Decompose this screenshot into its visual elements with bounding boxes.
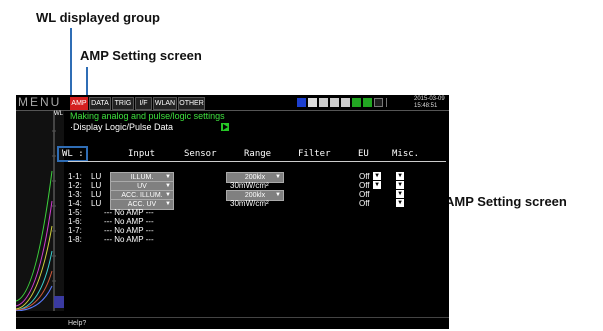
row-1-6-id: 1-6:	[68, 217, 82, 226]
row-1-3-grp: LU	[91, 190, 102, 199]
row-1-3-range-value: 200klx	[244, 192, 266, 199]
header-rule	[68, 161, 446, 162]
row-1-1-misc-dropdown-icon[interactable]: ▼	[396, 172, 404, 180]
chevron-down-icon: ▼	[275, 174, 281, 180]
row-1-8-id: 1-8:	[68, 235, 82, 244]
row-1-2-eu: Off	[359, 181, 370, 190]
header-filter: Filter	[298, 149, 331, 159]
row-1-3-eu: Off	[359, 190, 370, 199]
tab-wlan[interactable]: WLAN	[153, 97, 177, 110]
row-1-4-grp: LU	[91, 199, 102, 208]
row-1-1-eu-dropdown-icon[interactable]: ▼	[373, 172, 381, 180]
help-hint[interactable]: Help?	[68, 319, 86, 328]
chevron-down-icon: ▼	[165, 201, 171, 207]
row-1-2-misc-dropdown-icon[interactable]: ▼	[396, 181, 404, 189]
header-misc: Misc.	[392, 149, 420, 159]
battery-icon	[352, 98, 361, 107]
row-1-3-input-value: ACC. ILLUM.	[121, 192, 163, 199]
wl-side-label: WL	[54, 111, 63, 117]
row-1-2-input-value: UV	[137, 183, 147, 190]
header-input: Input	[128, 149, 156, 159]
status-icon-5	[341, 98, 350, 107]
tab-other[interactable]: OTHER	[178, 97, 205, 110]
row-1-1-grp: LU	[91, 172, 102, 181]
row-1-7-id: 1-7:	[68, 226, 82, 235]
row-1-3-id: 1-3:	[68, 190, 82, 199]
header-wl[interactable]: WL :	[62, 149, 84, 159]
status-icon-2	[308, 98, 317, 107]
row-1-1-id: 1-1:	[68, 172, 82, 181]
row-1-2-grp: LU	[91, 181, 102, 190]
row-1-3-misc-dropdown-icon[interactable]: ▼	[396, 190, 404, 198]
row-1-4-range: 30mW/cm²	[230, 199, 269, 208]
header-sensor: Sensor	[184, 149, 217, 159]
status-icon-1	[297, 98, 306, 107]
time-text: 15:48:51	[414, 103, 438, 109]
device-screen: MENU AMP DATA TRIG I/F WLAN OTHER 2015-0…	[16, 95, 449, 329]
row-1-6-no-amp: --- No AMP ---	[104, 217, 154, 226]
waveform-preview	[16, 111, 64, 311]
date-text: 2015-03-09	[414, 96, 445, 102]
tab-amp[interactable]: AMP	[70, 97, 88, 110]
display-logic-pulse-link[interactable]: ·Display Logic/Pulse Data	[70, 122, 173, 132]
row-1-7-no-amp: --- No AMP ---	[104, 226, 154, 235]
row-1-1-range-value: 200klx	[244, 174, 266, 181]
tab-trig[interactable]: TRIG	[112, 97, 134, 110]
header-eu: EU	[358, 149, 369, 159]
menu-button[interactable]: MENU	[16, 95, 72, 110]
display-logic-play-button[interactable]	[221, 123, 229, 131]
row-1-4-eu: Off	[359, 199, 370, 208]
footer-divider	[16, 317, 449, 318]
row-1-2-range: 30mW/cm²	[230, 181, 269, 190]
row-1-5-id: 1-5:	[68, 208, 82, 217]
status-message: Making analog and pulse/logic settings	[70, 111, 225, 121]
wl-displayed-group-label: WL displayed group	[36, 10, 160, 25]
amp-setting-screen-label-top: AMP Setting screen	[80, 48, 202, 63]
row-1-1-eu: Off	[359, 172, 370, 181]
row-1-5-no-amp: --- No AMP ---	[104, 208, 154, 217]
header-range: Range	[244, 149, 272, 159]
row-1-4-id: 1-4:	[68, 199, 82, 208]
amp-setting-screen-label-right: AMP Setting screen	[445, 194, 567, 209]
sd-card-icon	[374, 98, 383, 107]
date-time: 2015-03-09 15:48:51	[414, 96, 445, 110]
lock-icon	[386, 98, 393, 107]
status-icon-4	[330, 98, 339, 107]
ac-power-icon	[363, 98, 372, 107]
tab-if[interactable]: I/F	[135, 97, 152, 110]
row-1-4-input-value: ACC. UV	[127, 201, 157, 208]
row-1-1-input-value: ILLUM.	[130, 174, 154, 181]
row-1-4-misc-dropdown-icon[interactable]: ▼	[396, 199, 404, 207]
row-1-8-no-amp: --- No AMP ---	[104, 235, 154, 244]
tab-data[interactable]: DATA	[89, 97, 111, 110]
chevron-down-icon: ▼	[275, 192, 281, 198]
row-1-2-eu-dropdown-icon[interactable]: ▼	[373, 181, 381, 189]
status-icon-3	[319, 98, 328, 107]
row-1-2-id: 1-2:	[68, 181, 82, 190]
amp-callout-line	[86, 67, 88, 98]
